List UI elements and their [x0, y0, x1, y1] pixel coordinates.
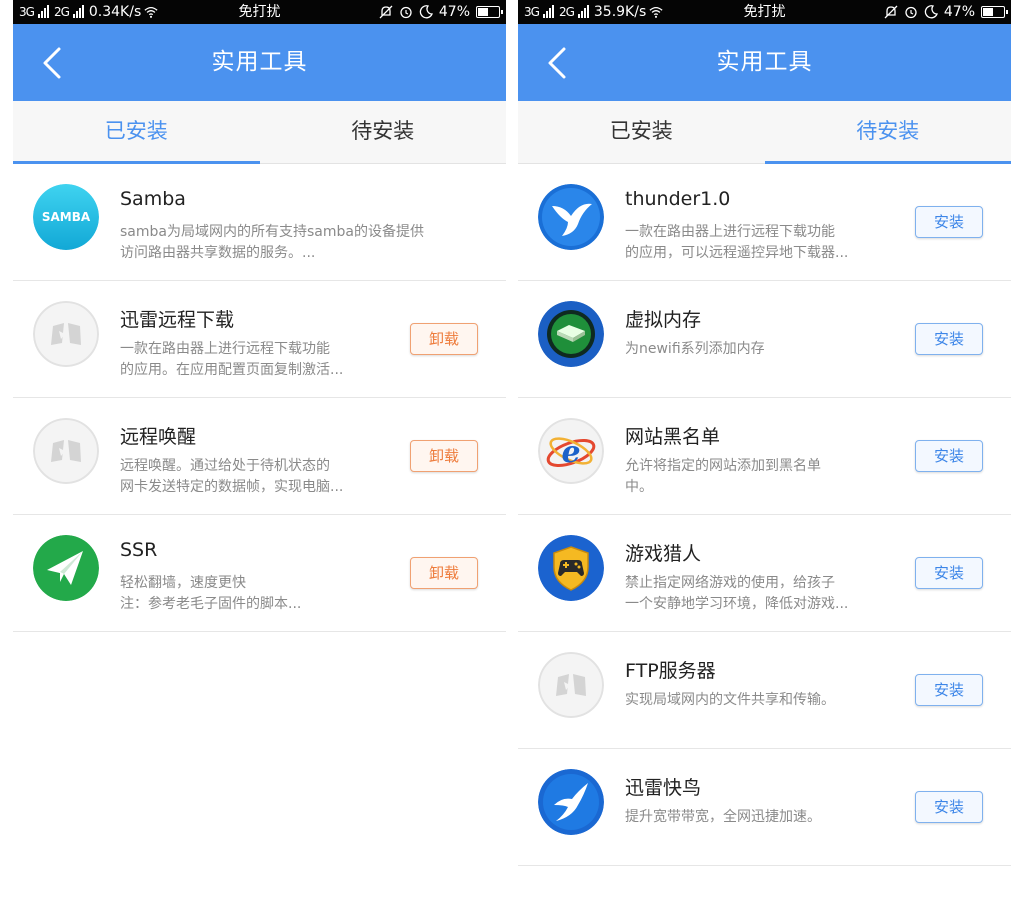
- item-title: Samba: [120, 188, 186, 210]
- item-description: 禁止指定网络游戏的使用，给孩子 一个安静地学习环境，降低对游戏...: [625, 575, 849, 612]
- bell-muted-icon: [379, 5, 393, 19]
- ie-browser-icon: e: [538, 418, 604, 484]
- uninstall-button[interactable]: 卸载: [410, 323, 478, 355]
- nav-bar: 实用工具: [13, 24, 506, 101]
- thunder-bird-icon: [538, 184, 604, 250]
- moon-icon: [924, 5, 938, 19]
- item-description: 远程唤醒。通过给处于待机状态的 网卡发送特定的数据帧，实现电脑...: [120, 458, 344, 495]
- installed-screen: 3G 2G 0.34K/s 免打扰 47% 实用工具 已安装 待安装 SAMBA…: [13, 0, 506, 905]
- item-title: 远程唤醒: [120, 426, 197, 448]
- item-description: 为newifi系列添加内存: [625, 341, 765, 357]
- tab-bar: 已安装 待安装: [13, 101, 506, 164]
- svg-text:e: e: [561, 435, 580, 470]
- tab-pending[interactable]: 待安装: [260, 101, 507, 163]
- installed-list: SAMBA Samba samba为局域网内的所有支持samba的设备提供 访问路…: [13, 164, 506, 632]
- bell-muted-icon: [884, 5, 898, 19]
- list-item[interactable]: thunder1.0 一款在路由器上进行远程下载功能 的应用，可以远程遥控异地下载…: [518, 164, 1011, 281]
- gamepad-shield-icon: [538, 535, 604, 601]
- install-button[interactable]: 安装: [915, 674, 983, 706]
- tab-installed[interactable]: 已安装: [518, 101, 765, 163]
- pending-screen: 3G 2G 35.9K/s 免打扰 47% 实用工具 已安装 待安装 thund…: [518, 0, 1011, 905]
- install-button[interactable]: 安装: [915, 557, 983, 589]
- item-title: FTP服务器: [625, 660, 716, 682]
- list-item[interactable]: 远程唤醒 远程唤醒。通过给处于待机状态的 网卡发送特定的数据帧，实现电脑... 卸…: [13, 398, 506, 515]
- item-title: 网站黑名单: [625, 426, 721, 448]
- item-title: 游戏猎人: [625, 543, 702, 565]
- alarm-clock-icon: [400, 6, 412, 19]
- paper-plane-icon: [33, 535, 99, 601]
- install-button[interactable]: 安装: [915, 440, 983, 472]
- placeholder-app-icon: [538, 652, 604, 718]
- samba-icon: SAMBA: [33, 184, 99, 250]
- battery-percent: 47%: [438, 4, 470, 20]
- nav-bar: 实用工具: [518, 24, 1011, 101]
- pending-list: thunder1.0 一款在路由器上进行远程下载功能 的应用，可以远程遥控异地下载…: [518, 164, 1011, 866]
- battery-percent: 47%: [943, 4, 975, 20]
- swallow-bird-icon: [538, 769, 604, 835]
- install-button[interactable]: 安装: [915, 791, 983, 823]
- status-bar: 3G 2G 0.34K/s 免打扰 47%: [13, 0, 506, 24]
- item-title: 虚拟内存: [625, 309, 702, 331]
- install-button[interactable]: 安装: [915, 206, 983, 238]
- tab-pending[interactable]: 待安装: [764, 101, 1012, 164]
- list-item[interactable]: SAMBA Samba samba为局域网内的所有支持samba的设备提供 访问路…: [13, 164, 506, 281]
- list-item[interactable]: 迅雷快鸟 提升宽带带宽，全网迅捷加速。 安装: [518, 749, 1011, 866]
- alarm-clock-icon: [905, 6, 917, 19]
- battery-icon: [476, 6, 503, 18]
- tab-installed[interactable]: 已安装: [13, 101, 260, 164]
- item-description: 轻松翻墙，速度更快 注：参考老毛子固件的脚本...: [120, 575, 302, 612]
- tab-bar: 已安装 待安装: [518, 101, 1011, 164]
- item-description: 允许将指定的网站添加到黑名单 中。: [625, 458, 821, 495]
- item-description: 一款在路由器上进行远程下载功能 的应用。在应用配置页面复制激活...: [120, 341, 344, 378]
- samba-logo-text: SAMBA: [42, 210, 91, 224]
- hard-drive-icon: [538, 301, 604, 367]
- item-description: samba为局域网内的所有支持samba的设备提供 访问路由器共享数据的服务。..…: [120, 224, 424, 261]
- item-description: 一款在路由器上进行远程下载功能 的应用，可以远程遥控异地下载器...: [625, 224, 849, 261]
- page-title: 实用工具: [716, 49, 813, 75]
- item-title: 迅雷远程下载: [120, 309, 235, 331]
- item-description: 提升宽带带宽，全网迅捷加速。: [625, 809, 821, 825]
- list-item[interactable]: 游戏猎人 禁止指定网络游戏的使用，给孩子 一个安静地学习环境，降低对游戏... 安…: [518, 515, 1011, 632]
- list-item[interactable]: 迅雷远程下载 一款在路由器上进行远程下载功能 的应用。在应用配置页面复制激活...…: [13, 281, 506, 398]
- page-title: 实用工具: [211, 49, 308, 75]
- uninstall-button[interactable]: 卸载: [410, 557, 478, 589]
- item-title: thunder1.0: [625, 188, 731, 210]
- item-title: SSR: [120, 539, 158, 561]
- status-bar: 3G 2G 35.9K/s 免打扰 47%: [518, 0, 1011, 24]
- list-item[interactable]: SSR 轻松翻墙，速度更快 注：参考老毛子固件的脚本... 卸载: [13, 515, 506, 632]
- list-item[interactable]: 虚拟内存 为newifi系列添加内存 安装: [518, 281, 1011, 398]
- item-description: 实现局域网内的文件共享和传输。: [625, 692, 835, 708]
- uninstall-button[interactable]: 卸载: [410, 440, 478, 472]
- placeholder-app-icon: [33, 418, 99, 484]
- moon-icon: [419, 5, 433, 19]
- list-item[interactable]: FTP服务器 实现局域网内的文件共享和传输。 安装: [518, 632, 1011, 749]
- battery-icon: [981, 6, 1008, 18]
- placeholder-app-icon: [33, 301, 99, 367]
- list-item[interactable]: e 网站黑名单 允许将指定的网站添加到黑名单 中。 安装: [518, 398, 1011, 515]
- item-title: 迅雷快鸟: [625, 777, 702, 799]
- install-button[interactable]: 安装: [915, 323, 983, 355]
